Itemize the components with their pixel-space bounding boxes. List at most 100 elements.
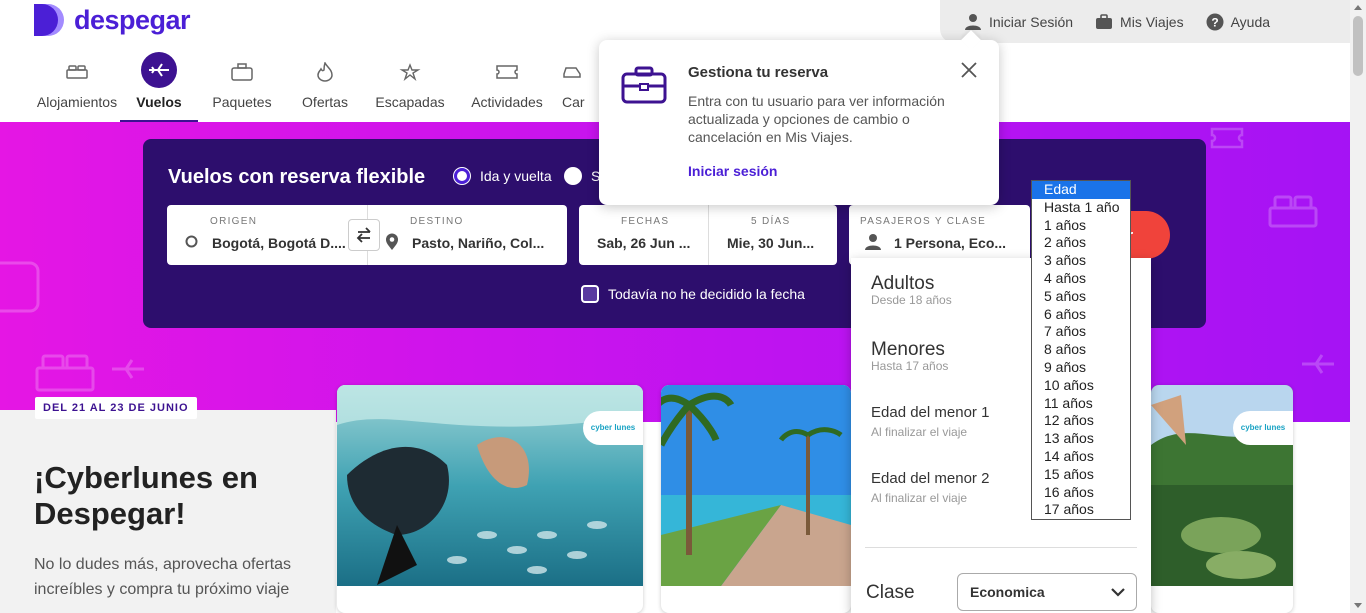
nav-item-alojamientos[interactable]: Alojamientos [34,56,120,122]
age-option[interactable]: 15 años [1032,466,1130,484]
class-value: Economica [970,584,1045,600]
scroll-thumb[interactable] [1353,16,1363,76]
logo[interactable]: despegar [34,4,191,36]
age-option[interactable]: 8 años [1032,341,1130,359]
age-option[interactable]: 16 años [1032,484,1130,502]
departure-date-field[interactable]: FECHAS Sab, 26 Jun ... [579,205,708,265]
nav-item-actividades[interactable]: Actividades [456,56,558,122]
page: despegar Iniciar Sesión Mis Viajes ? Ayu… [0,0,1366,613]
nav-item-cars[interactable]: Car [558,56,598,122]
user-menu: Iniciar Sesión Mis Viajes ? Ayuda [940,0,1350,43]
help-link[interactable]: ? Ayuda [1206,13,1270,31]
product-nav: Alojamientos Vuelos Paquetes Ofertas Esc… [34,52,598,122]
ticket-icon [496,65,518,79]
age-option[interactable]: Edad [1032,181,1130,199]
tooltip-login-link[interactable]: Iniciar sesión [688,163,777,179]
swap-button[interactable] [348,219,380,251]
undecided-date-checkbox[interactable]: Todavía no he decidido la fecha [581,285,805,303]
brand-name: despegar [74,4,191,35]
promo-text: No lo dudes más, aprovecha ofertas incre… [34,556,292,598]
plane-decoration-icon [112,359,144,379]
age-option[interactable]: 14 años [1032,448,1130,466]
destination-field[interactable]: DESTINO Pasto, Nariño, Col... [367,205,567,265]
age-select-listbox[interactable]: Edad Hasta 1 año 1 años 2 años 3 años 4 años 5… [1031,180,1131,520]
radio-label: Ida y vuelta [480,168,552,184]
checkbox-label: Todavía no he decidido la fecha [608,286,805,302]
destination-label: DESTINO [410,216,464,227]
plane-decoration-icon [1302,354,1334,374]
radio-one-way[interactable]: S [564,167,600,185]
search-title: Vuelos con reserva flexible [168,166,426,188]
nav-label: Actividades [471,94,543,110]
nav-label: Paquetes [212,94,272,110]
nav-label: Escapadas [375,94,445,110]
age-option[interactable]: 13 años [1032,430,1130,448]
return-date-field[interactable]: 5 DÍAS Mie, 30 Jun... [708,205,837,265]
origin-field[interactable]: ORIGEN Bogotá, Bogotá D.... [167,205,367,265]
promo-card-ruins[interactable]: cyber lunes [1151,385,1293,613]
nav-label: Car [562,94,585,110]
promo-date-badge: DEL 21 AL 23 DE JUNIO [35,397,197,419]
plane-star-icon [399,63,421,81]
car-icon [563,67,581,78]
age-option[interactable]: 5 años [1032,288,1130,306]
beach-palms-photo [661,385,851,586]
help-icon: ? [1206,13,1224,30]
close-icon[interactable] [959,60,979,80]
age-option[interactable]: 10 años [1032,377,1130,395]
page-scrollbar[interactable] [1350,0,1366,613]
minors-subtitle: Hasta 17 años [871,359,949,373]
minor2-age-title: Edad del menor 2 [871,470,990,487]
nav-item-vuelos[interactable]: Vuelos [120,52,198,122]
circle-icon [185,235,198,248]
age-option[interactable]: 3 años [1032,252,1130,270]
cyberlunes-logo: cyber lunes [1233,411,1293,445]
suitcase-icon [231,63,253,81]
promo-card-beach[interactable] [661,385,851,613]
help-label: Ayuda [1230,13,1271,30]
age-option[interactable]: 1 años [1032,217,1130,235]
nav-item-paquetes[interactable]: Paquetes [198,56,286,122]
swap-arrows-icon [356,227,371,243]
age-option[interactable]: 12 años [1032,412,1130,430]
age-option[interactable]: 11 años [1032,395,1130,413]
age-option[interactable]: 6 años [1032,306,1130,324]
dates-field: FECHAS Sab, 26 Jun ... 5 DÍAS Mie, 30 Ju… [579,205,837,265]
age-option[interactable]: 17 años [1032,501,1130,519]
nav-item-ofertas[interactable]: Ofertas [286,56,364,122]
passengers-value: 1 Persona, Eco... [894,235,1007,251]
minor1-age-title: Edad del menor 1 [871,404,990,421]
nav-item-escapadas[interactable]: Escapadas [364,56,456,122]
briefcase-icon [621,66,667,104]
radio-button-selected[interactable] [453,167,471,185]
age-option[interactable]: 2 años [1032,234,1130,252]
divider [865,547,1137,548]
promo-card-snorkel[interactable]: cyber lunes [337,385,643,613]
login-link[interactable]: Iniciar Sesión [964,13,1073,31]
class-select[interactable]: Economica [957,573,1137,611]
class-label: Clase [866,582,915,603]
passengers-field[interactable]: PASAJEROS Y CLASE 1 Persona, Eco... [849,205,1030,265]
tooltip-text: Entra con tu usuario para ver informació… [688,93,945,145]
radio-round-trip[interactable]: Ida y vuelta [453,167,552,185]
chevron-down-icon [1111,588,1125,597]
adults-title: Adultos [871,273,935,294]
despegar-logo-icon [34,4,64,36]
location-pin-icon [386,233,398,250]
bed-decoration-icon [35,354,95,392]
svg-text:?: ? [1211,15,1218,29]
age-option[interactable]: Hasta 1 año [1032,199,1130,217]
my-trips-label: Mis Viajes [1120,13,1184,30]
age-option[interactable]: 7 años [1032,323,1130,341]
my-trips-link[interactable]: Mis Viajes [1095,13,1184,31]
departure-date-value: Sab, 26 Jun ... [597,235,691,251]
nav-label: Ofertas [302,94,348,110]
scroll-up-arrow[interactable] [1354,5,1362,10]
age-option[interactable]: 9 años [1032,359,1130,377]
scroll-down-arrow[interactable] [1354,603,1362,608]
checkbox[interactable] [581,285,599,303]
passengers-label: PASAJEROS Y CLASE [860,216,987,227]
age-option[interactable]: 4 años [1032,270,1130,288]
user-icon [965,13,981,30]
radio-button[interactable] [564,167,582,185]
